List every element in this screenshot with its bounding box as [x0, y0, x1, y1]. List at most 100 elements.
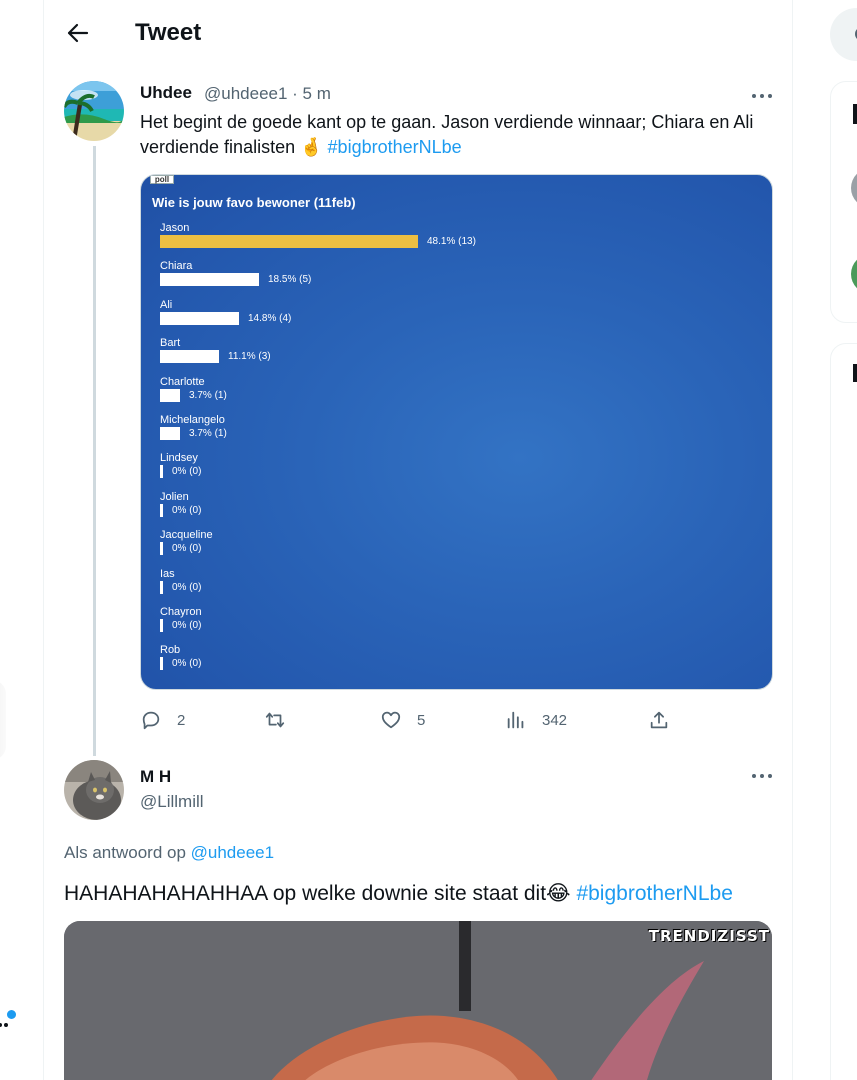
reply-hashtag-link[interactable]: #bigbrotherNLbe [576, 882, 732, 905]
poll-bar [160, 311, 239, 325]
cat-avatar-image [64, 760, 124, 820]
reply-author-handle[interactable]: @Lillmill [140, 792, 204, 812]
like-count: 5 [417, 711, 426, 729]
poll-option-percent: 0% (0) [172, 466, 202, 478]
tweet-actions: 2 5 342 [140, 705, 780, 735]
poll-option-name: Lindsey [160, 452, 198, 465]
replying-to: Als antwoord op @uhdeee1 [64, 843, 274, 863]
reply-author-name[interactable]: M H [140, 767, 171, 787]
tweet-text: Het begint de goede kant op te gaan. Jas… [140, 110, 780, 160]
views-button[interactable]: 342 [505, 705, 567, 735]
panel-heading-fragment [853, 104, 857, 124]
beach-avatar-image [64, 81, 124, 141]
poll-row: Lindsey 0% (0) [160, 452, 560, 482]
more-menu-icon[interactable] [0, 1010, 18, 1034]
poll-bar [160, 388, 180, 402]
back-button[interactable] [62, 17, 94, 49]
poll-row: Jolien 0% (0) [160, 491, 560, 521]
poll-option-name: Michelangelo [160, 414, 225, 426]
poll-bar [160, 427, 180, 440]
replying-to-prefix: Als antwoord op [64, 843, 186, 862]
poll-row: Michelangelo 3.7% (1) [160, 414, 560, 444]
poll-option-percent: 3.7% (1) [189, 428, 227, 439]
hashtag-link[interactable]: #bigbrotherNLbe [328, 137, 462, 157]
poll-option-percent: 0% (0) [172, 543, 202, 555]
poll-row: Bart 11.1% (3) [160, 337, 560, 367]
poll-bar [160, 465, 163, 479]
share-icon [650, 711, 668, 729]
poll-row: Chayron 0% (0) [160, 606, 560, 636]
poll-option-name: Rob [160, 644, 181, 657]
avatar[interactable] [64, 81, 124, 141]
more-options-button[interactable] [750, 86, 774, 106]
poll-bar [160, 503, 163, 517]
poll-row: Jason 48.1% (13) [160, 222, 560, 252]
poll-chip: poll [150, 175, 174, 184]
sidebar-panel-trends [830, 343, 857, 1080]
poll-row: Ali 14.8% (4) [160, 299, 560, 329]
replying-to-handle-link[interactable]: @uhdeee1 [191, 843, 274, 862]
reply-more-options-button[interactable] [750, 766, 774, 786]
poll-row: Chiara 18.5% (5) [160, 260, 560, 290]
bar-chart-icon [507, 711, 524, 729]
reply-media-gif[interactable]: TRENDIZISST [64, 921, 772, 1080]
poll-option-percent: 0% (0) [172, 620, 202, 631]
poll-bar [160, 580, 163, 594]
poll-option-name: Jolien [160, 490, 189, 503]
page-title: Tweet [135, 19, 202, 46]
search-input[interactable] [830, 8, 857, 61]
page: Tweet Uhdee @uhdeee1 · 5 m Het begint de… [0, 0, 857, 1080]
notification-dot [7, 1010, 16, 1019]
poll-option-name: Jason [160, 222, 190, 234]
author-name[interactable]: Uhdee [140, 83, 192, 103]
poll-bar [160, 657, 163, 671]
reply-text: HAHAHAHAHAHHAA op welke downie site staa… [64, 880, 774, 908]
sidebar-avatar[interactable] [851, 254, 857, 294]
reply-count: 2 [177, 711, 186, 729]
poll-option-percent: 18.5% (5) [268, 274, 312, 286]
poll-bar [160, 619, 163, 632]
poll-option-name: Bart [160, 337, 181, 350]
sidebar-panel-relevant [830, 81, 857, 323]
poll-row: Ias 0% (0) [160, 568, 560, 598]
heart-icon [381, 711, 401, 729]
arrow-left-icon [67, 23, 89, 43]
sidebar-avatar[interactable] [851, 168, 857, 208]
poll-bar [160, 235, 418, 248]
primary-column: Tweet Uhdee @uhdeee1 · 5 m Het begint de… [43, 0, 793, 1080]
poll-option-name: Ias [160, 567, 175, 580]
poll-option-name: Jacqueline [160, 529, 213, 542]
like-button[interactable]: 5 [380, 705, 425, 735]
poll-row: Charlotte 3.7% (1) [160, 376, 560, 406]
views-count: 342 [542, 711, 568, 729]
poll-option-percent: 48.1% (13) [427, 236, 476, 247]
share-button[interactable] [648, 705, 670, 735]
page-header: Tweet [44, 0, 792, 66]
author-handle-time[interactable]: @uhdeee1 · 5 m [204, 84, 331, 104]
thread-line [93, 146, 96, 756]
poll-option-name: Chayron [160, 606, 202, 618]
tweet-media-image[interactable]: poll Wie is jouw favo bewoner (11feb) Ja… [140, 174, 773, 690]
poll-row: Jacqueline 0% (0) [160, 529, 560, 559]
poll-row: Rob 0% (0) [160, 644, 560, 674]
panel-heading-fragment [853, 364, 857, 382]
reply-button[interactable]: 2 [140, 705, 185, 735]
poll-option-name: Charlotte [160, 375, 205, 388]
poll-bar [160, 542, 163, 556]
retweet-button[interactable] [264, 705, 301, 735]
poll-option-percent: 14.8% (4) [248, 312, 292, 324]
ellipsis-icon [752, 774, 772, 778]
crossed-fingers-emoji: 🤞 [300, 137, 323, 157]
poll-option-percent: 11.1% (3) [228, 351, 271, 363]
poll-option-percent: 0% (0) [172, 658, 202, 670]
poll-bar [160, 273, 259, 287]
reply-avatar[interactable] [64, 760, 124, 820]
nav-edge-fragment [0, 680, 6, 760]
retweet-icon [265, 712, 285, 728]
laughing-emoji: 😂 [546, 882, 571, 905]
poll-bar [160, 350, 219, 364]
gif-watermark: TRENDIZISST [648, 927, 770, 945]
poll-option-name: Ali [160, 298, 173, 311]
poll-option-percent: 0% (0) [172, 581, 202, 593]
poll-option-percent: 0% (0) [172, 504, 202, 516]
